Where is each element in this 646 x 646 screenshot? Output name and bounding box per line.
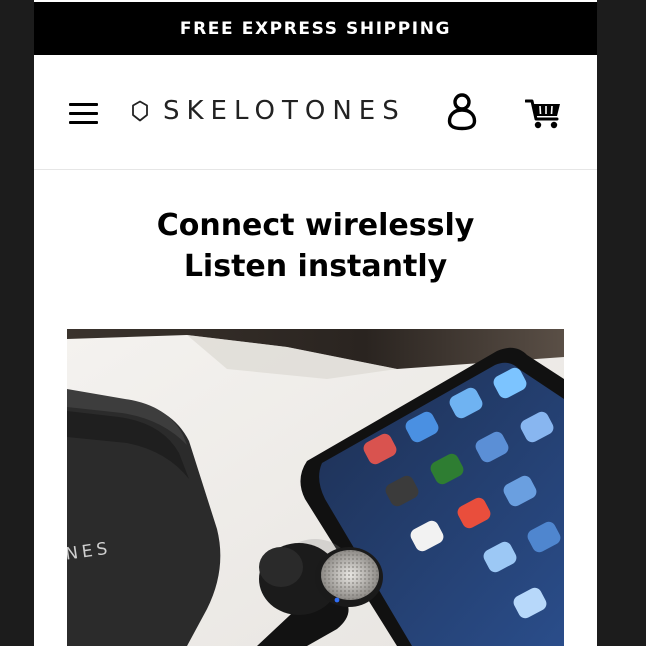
promo-text: FREE EXPRESS SHIPPING bbox=[179, 18, 452, 39]
account-button[interactable] bbox=[445, 93, 479, 131]
promo-banner[interactable]: FREE EXPRESS SHIPPING bbox=[34, 2, 597, 55]
menu-button[interactable] bbox=[69, 101, 99, 127]
hero-heading-line-1: Connect wirelessly bbox=[156, 208, 475, 243]
cart-button[interactable] bbox=[524, 97, 563, 131]
hero-heading: Connect wirelessly Listen instantly bbox=[34, 205, 597, 287]
hero-heading-line-2: Listen instantly bbox=[183, 249, 448, 284]
user-account-icon bbox=[447, 93, 477, 131]
hexagon-shield-icon bbox=[132, 100, 148, 122]
page-container: FREE EXPRESS SHIPPING SKELOTONES Connect… bbox=[34, 0, 597, 646]
product-image: NES bbox=[67, 329, 564, 646]
site-header: SKELOTONES bbox=[34, 55, 597, 170]
site-logo[interactable]: SKELOTONES bbox=[131, 95, 406, 127]
shopping-cart-icon bbox=[524, 99, 560, 129]
logo-text: SKELOTONES bbox=[163, 96, 406, 126]
